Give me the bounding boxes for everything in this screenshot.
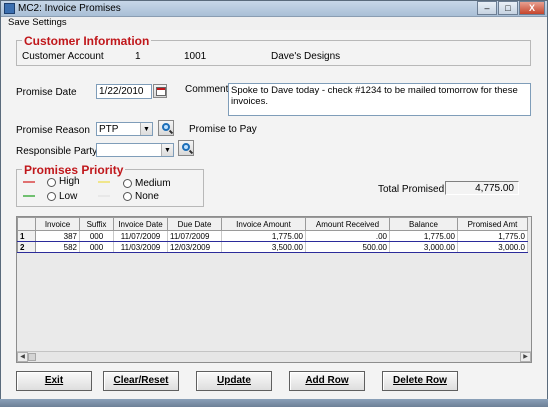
clear-reset-button-label: Clear/Reset <box>113 375 169 386</box>
priority-none-radio[interactable] <box>123 192 132 201</box>
horizontal-scrollbar[interactable]: ◀ ▶ <box>17 351 531 362</box>
cell-invoice-amount[interactable]: 3,500.00 <box>221 241 306 253</box>
taskbar-strip <box>0 399 548 407</box>
priority-high-label: High <box>59 176 80 187</box>
calendar-button[interactable] <box>153 84 167 98</box>
party-lookup-button[interactable] <box>178 140 194 156</box>
scrollbar-thumb[interactable] <box>28 353 36 361</box>
cell-amount-received[interactable]: 500.00 <box>305 241 390 253</box>
title-bar[interactable]: MC2: Invoice Promises – □ X <box>1 1 547 17</box>
cell-suffix[interactable]: 000 <box>79 230 114 242</box>
close-button[interactable]: X <box>519 1 545 15</box>
priority-low-radio[interactable] <box>47 192 56 201</box>
maximize-button[interactable]: □ <box>498 1 518 15</box>
add-row-button-label: Add Row <box>305 375 349 386</box>
priority-none-label: None <box>135 191 159 202</box>
column-header[interactable]: Invoice Date <box>113 217 168 231</box>
menu-save-settings[interactable]: Save Settings <box>8 17 67 28</box>
cell-promised-amt[interactable]: 3,000.0 <box>457 241 528 253</box>
row-number[interactable]: 1 <box>17 230 36 242</box>
update-button-label: Update <box>217 375 251 386</box>
priority-medium-swatch <box>98 181 110 183</box>
customer-info-title: Customer Information <box>22 34 152 48</box>
window-title: MC2: Invoice Promises <box>18 3 121 14</box>
cell-promised-amt[interactable]: 1,775.0 <box>457 230 528 242</box>
cell-balance[interactable]: 3,000.00 <box>389 241 458 253</box>
cell-invoice[interactable]: 582 <box>35 241 80 253</box>
column-header[interactable]: Amount Received <box>305 217 390 231</box>
column-header[interactable] <box>17 217 36 231</box>
reason-lookup-button[interactable] <box>158 120 174 136</box>
chevron-down-icon: ▼ <box>161 144 173 156</box>
priority-high-swatch <box>23 181 35 183</box>
column-header[interactable]: Promised Amt <box>457 217 528 231</box>
clear-reset-button[interactable]: Clear/Reset <box>103 371 179 391</box>
scroll-left-icon[interactable]: ◀ <box>17 352 28 362</box>
customer-info-group: Customer Information Customer Account 1 … <box>16 34 531 66</box>
promise-reason-select[interactable]: PTP ▼ <box>96 122 153 136</box>
responsible-party-label: Responsible Party <box>16 146 98 157</box>
row-number[interactable]: 2 <box>17 241 36 253</box>
add-row-button[interactable]: Add Row <box>289 371 365 391</box>
column-header[interactable]: Invoice Amount <box>221 217 306 231</box>
minimize-button[interactable]: – <box>477 1 497 15</box>
priority-low-label: Low <box>59 191 78 202</box>
grid-header-row: Invoice Suffix Invoice Date Due Date Inv… <box>17 217 528 231</box>
priority-medium-label: Medium <box>135 178 171 189</box>
priority-group: Promises Priority High Medium Low None <box>16 163 204 207</box>
promise-date-label: Promise Date <box>16 87 77 98</box>
total-promised-value: 4,775.00 <box>445 181 519 195</box>
column-header[interactable]: Due Date <box>167 217 222 231</box>
customer-number: 1 <box>135 51 141 62</box>
priority-title: Promises Priority <box>22 163 126 177</box>
cell-due-date[interactable]: 12/03/2009 <box>167 241 222 253</box>
total-promised-label: Total Promised <box>378 184 445 195</box>
comment-field[interactable]: Spoke to Dave today - check #1234 to be … <box>228 83 531 116</box>
comment-label: Comment <box>185 84 229 95</box>
table-row[interactable]: 2 582 000 11/03/2009 12/03/2009 3,500.00… <box>17 241 528 253</box>
priority-low-swatch <box>23 195 35 197</box>
column-header[interactable]: Suffix <box>79 217 114 231</box>
priority-none-swatch <box>98 195 110 197</box>
column-header[interactable]: Balance <box>389 217 458 231</box>
cell-invoice-amount[interactable]: 1,775.00 <box>221 230 306 242</box>
exit-button-label: Exit <box>44 375 64 386</box>
cell-invoice[interactable]: 387 <box>35 230 80 242</box>
cell-invoice-date[interactable]: 11/03/2009 <box>113 241 168 253</box>
promise-reason-label: Promise Reason <box>16 125 90 136</box>
exit-button[interactable]: Exit <box>16 371 92 391</box>
chevron-down-icon: ▼ <box>140 123 152 135</box>
cell-invoice-date[interactable]: 11/07/2009 <box>113 230 168 242</box>
promise-reason-description: Promise to Pay <box>189 124 257 135</box>
window-controls: – □ X <box>476 1 545 16</box>
invoice-grid[interactable]: Invoice Suffix Invoice Date Due Date Inv… <box>16 216 532 363</box>
invoice-promises-window: MC2: Invoice Promises – □ X Save Setting… <box>0 0 548 407</box>
app-icon <box>4 3 15 14</box>
delete-row-button[interactable]: Delete Row <box>382 371 458 391</box>
update-button[interactable]: Update <box>196 371 272 391</box>
cell-due-date[interactable]: 11/07/2009 <box>167 230 222 242</box>
promise-date-field[interactable]: 1/22/2010 <box>96 84 152 99</box>
main-content: Customer Information Customer Account 1 … <box>1 30 547 406</box>
customer-account-id: 1001 <box>184 51 207 62</box>
customer-account-label: Customer Account <box>22 51 104 62</box>
cell-amount-received[interactable]: .00 <box>305 230 390 242</box>
priority-medium-radio[interactable] <box>123 179 132 188</box>
responsible-party-select[interactable]: ▼ <box>96 143 174 157</box>
delete-row-button-label: Delete Row <box>393 375 447 386</box>
cell-balance[interactable]: 1,775.00 <box>389 230 458 242</box>
menu-bar: Save Settings <box>1 17 547 29</box>
scroll-right-icon[interactable]: ▶ <box>520 352 531 362</box>
column-header[interactable]: Invoice <box>35 217 80 231</box>
cell-suffix[interactable]: 000 <box>79 241 114 253</box>
customer-name: Dave's Designs <box>271 51 341 62</box>
promise-reason-value: PTP <box>99 124 119 135</box>
calendar-icon <box>156 87 166 96</box>
table-row[interactable]: 1 387 000 11/07/2009 11/07/2009 1,775.00… <box>17 230 528 242</box>
priority-high-radio[interactable] <box>47 178 56 187</box>
invoice-table: Invoice Suffix Invoice Date Due Date Inv… <box>17 217 528 253</box>
